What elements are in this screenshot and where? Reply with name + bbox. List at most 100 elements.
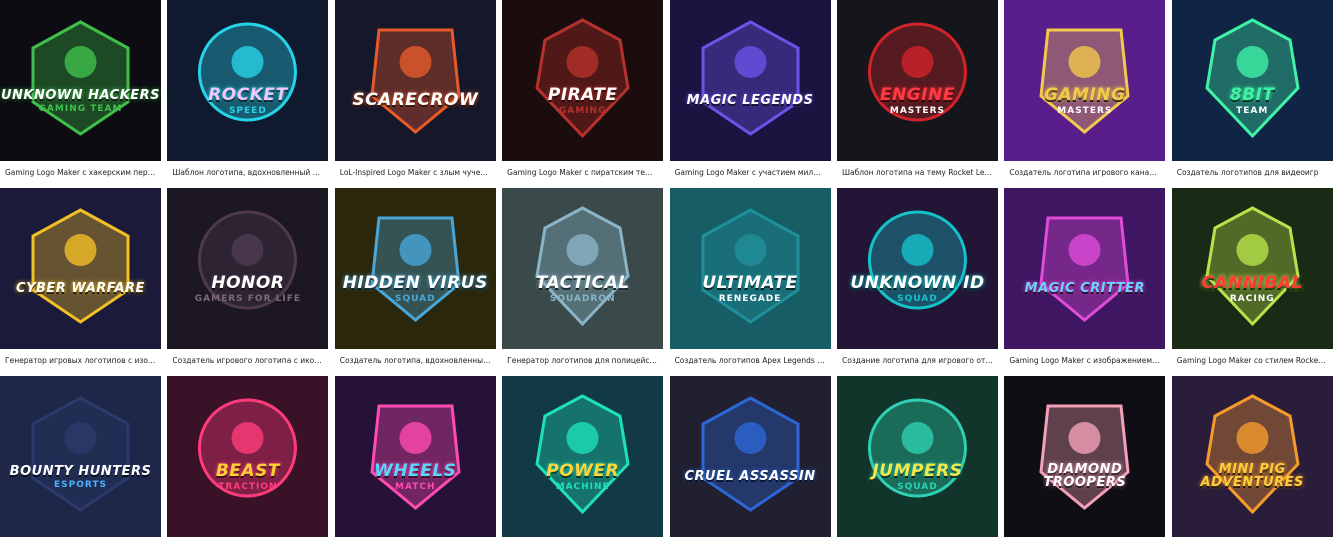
logo-template-card[interactable]: MINI PIG ADVENTURES xyxy=(1171,376,1333,546)
logo-thumbnail[interactable]: POWER MACHINE xyxy=(502,376,664,537)
logo-thumbnail[interactable]: CANNIBAL RACING xyxy=(1171,188,1333,349)
logo-tagline: ESPORTS xyxy=(53,480,107,490)
axolotl-icon xyxy=(701,20,800,136)
template-caption[interactable]: Создатель логотипов для видеоигр xyxy=(1172,161,1333,184)
logo-title: DIAMOND TROOPERS xyxy=(1004,463,1165,492)
logo-thumbnail[interactable]: MINI PIG ADVENTURES xyxy=(1171,376,1333,537)
logo-name: 8BIT xyxy=(1229,85,1275,105)
logo-template-card[interactable]: POWER MACHINE xyxy=(502,376,664,546)
logo-thumbnail[interactable]: MAGIC CRITTER xyxy=(1004,188,1166,349)
template-caption[interactable]: Создатель логотипов Apex Legends с же… xyxy=(670,349,831,372)
logo-thumbnail[interactable]: MAGIC LEGENDS xyxy=(669,0,831,161)
logo-template-card[interactable]: BEAST TRACTION xyxy=(167,376,329,546)
logo-tagline: GAMERS FOR LIFE xyxy=(194,294,302,304)
helmet-icon xyxy=(535,394,630,515)
logo-thumbnail[interactable]: PIRATE GAMING xyxy=(502,0,664,161)
pig-icon xyxy=(1205,394,1300,515)
logo-template-card[interactable]: JUMPERS SQUAD xyxy=(836,376,998,546)
logo-template-card[interactable]: HIDDEN VIRUS SQUAD Создатель логотипа, вдо… xyxy=(334,188,496,372)
logo-thumbnail[interactable]: ULTIMATE RENEGADE xyxy=(669,188,831,349)
hooded-figure-icon xyxy=(370,216,461,322)
logo-thumbnail[interactable]: HIDDEN VIRUS SQUAD xyxy=(334,188,496,349)
logo-name: MAGIC LEGENDS xyxy=(686,92,814,108)
logo-title: CYBER WARFARE xyxy=(16,282,145,298)
logo-title: WHEELS MATCH xyxy=(374,463,456,492)
logo-template-card[interactable]: CRUEL ASSASSIN xyxy=(669,376,831,546)
logo-title: TACTICAL SQUADRON xyxy=(536,275,630,304)
template-caption[interactable]: Создатель игрового логотипа с иконой … xyxy=(167,349,328,372)
ninja-icon xyxy=(701,396,800,512)
logo-template-card[interactable]: WHEELS MATCH xyxy=(334,376,496,546)
logo-template-card[interactable]: ROCKET SPEED Шаблон логотипа, вдохновленны… xyxy=(167,0,329,184)
template-caption[interactable]: Gaming Logo Maker с хакерским персон… xyxy=(0,161,161,184)
logo-template-card[interactable]: 8BIT TEAM Создатель логотипов для видеоигр xyxy=(1171,0,1333,184)
logo-name: HIDDEN VIRUS xyxy=(342,273,488,293)
logo-thumbnail[interactable]: JUMPERS SQUAD xyxy=(836,376,998,537)
template-caption[interactable]: Gaming Logo Maker с изображением му… xyxy=(1004,349,1165,372)
logo-name: ROCKET xyxy=(208,85,288,105)
logo-tagline: SQUAD xyxy=(897,294,938,304)
logo-name: SCARECROW xyxy=(352,89,479,110)
logo-template-card[interactable]: MAGIC LEGENDS Gaming Logo Maker с участие… xyxy=(669,0,831,184)
logo-thumbnail[interactable]: DIAMOND TROOPERS xyxy=(1004,376,1166,537)
logo-thumbnail[interactable]: ENGINE MASTERS xyxy=(836,0,998,161)
logo-template-card[interactable]: TACTICAL SQUADRON Генератор логотипов для … xyxy=(502,188,664,372)
car-icon xyxy=(867,398,967,498)
logo-thumbnail[interactable]: HONOR GAMERS FOR LIFE xyxy=(167,188,329,349)
logo-name: GAMING xyxy=(1044,85,1126,105)
logo-template-card[interactable]: DIAMOND TROOPERS xyxy=(1004,376,1166,546)
logo-template-card[interactable]: BOUNTY HUNTERS ESPORTS xyxy=(0,376,161,546)
logo-thumbnail[interactable]: BEAST TRACTION xyxy=(167,376,329,537)
template-caption[interactable]: Создание логотипа для игрового отряда… xyxy=(837,349,998,372)
logo-template-card[interactable]: CYBER WARFARE Генератор игровых логотипов… xyxy=(0,188,161,372)
logo-thumbnail[interactable]: BOUNTY HUNTERS ESPORTS xyxy=(0,376,161,537)
logo-template-card[interactable]: UNKNOWN ID SQUAD Создание логотипа для игр… xyxy=(836,188,998,372)
logo-thumbnail[interactable]: 8BIT TEAM xyxy=(1171,0,1333,161)
template-caption[interactable]: Генератор логотипов для полицейской … xyxy=(502,349,663,372)
logo-name: BEAST xyxy=(215,461,280,481)
scarecrow-icon xyxy=(370,28,461,134)
logo-thumbnail[interactable]: CRUEL ASSASSIN xyxy=(669,376,831,537)
logo-thumbnail[interactable]: WHEELS MATCH xyxy=(334,376,496,537)
logo-thumbnail[interactable]: ROCKET SPEED xyxy=(167,0,329,161)
logo-thumbnail[interactable]: UNKNOWN HACKERS GAMING TEAM xyxy=(0,0,161,161)
logo-name: TACTICAL xyxy=(535,273,630,293)
logo-thumbnail[interactable]: GAMING MASTERS xyxy=(1004,0,1166,161)
logo-title: POWER MACHINE xyxy=(546,463,619,492)
logo-tagline: SQUADRON xyxy=(549,294,616,304)
template-caption[interactable]: Шаблон логотипа, вдохновленный Rock… xyxy=(167,161,328,184)
logo-title: SCARECROW xyxy=(352,89,479,112)
logo-template-card[interactable]: PIRATE GAMING Gaming Logo Maker с пиратски… xyxy=(502,0,664,184)
template-caption[interactable]: LoL-Inspired Logo Maker с злым чучелом xyxy=(335,161,496,184)
logo-name: DIAMOND TROOPERS xyxy=(1043,462,1127,490)
logo-title: JUMPERS SQUAD xyxy=(872,463,962,492)
template-caption[interactable]: Создатель логотипа, вдохновленный ха… xyxy=(335,349,496,372)
logo-tagline: SPEED xyxy=(228,106,267,116)
logo-tagline: MASTERS xyxy=(1057,106,1113,116)
template-caption[interactable]: Gaming Logo Maker с участием милых … xyxy=(670,161,831,184)
logo-title: HIDDEN VIRUS SQUAD xyxy=(343,275,488,304)
template-caption[interactable]: Gaming Logo Maker с пиратским темами xyxy=(502,161,663,184)
logo-thumbnail[interactable]: TACTICAL SQUADRON xyxy=(502,188,664,349)
logo-template-card[interactable]: UNKNOWN HACKERS GAMING TEAM Gaming Logo Ma… xyxy=(0,0,161,184)
logo-tagline: MACHINE xyxy=(555,482,610,492)
logo-template-card[interactable]: GAMING MASTERS Создатель логотипа игрового… xyxy=(1004,0,1166,184)
logo-template-card[interactable]: HONOR GAMERS FOR LIFE Создатель игрового л… xyxy=(167,188,329,372)
logo-thumbnail[interactable]: UNKNOWN ID SQUAD xyxy=(836,188,998,349)
template-caption[interactable]: Шаблон логотипа на тему Rocket Leagu… xyxy=(837,161,998,184)
logo-thumbnail[interactable]: CYBER WARFARE xyxy=(0,188,161,349)
logo-template-card[interactable]: CANNIBAL RACING Gaming Logo Maker со стиле… xyxy=(1171,188,1333,372)
wrestler-icon xyxy=(1039,28,1130,134)
template-caption[interactable]: Gaming Logo Maker со стилем Rocket Le… xyxy=(1172,349,1333,372)
car-icon xyxy=(370,404,461,510)
logo-template-card[interactable]: SCARECROW LoL-Inspired Logo Maker с злым … xyxy=(334,0,496,184)
logo-template-card[interactable]: ENGINE MASTERS Шаблон логотипа на тему Roc… xyxy=(836,0,998,184)
template-caption[interactable]: Генератор игровых логотипов с изобра… xyxy=(0,349,161,372)
template-caption[interactable]: Создатель логотипа игрового канала с … xyxy=(1004,161,1165,184)
logo-tagline: TRACTION xyxy=(218,482,278,492)
robot-icon xyxy=(867,22,967,122)
logo-thumbnail[interactable]: SCARECROW xyxy=(334,0,496,161)
logo-template-card[interactable]: MAGIC CRITTER Gaming Logo Maker с изображ… xyxy=(1004,188,1166,372)
logo-template-card[interactable]: ULTIMATE RENEGADE Создатель логотипов Apex… xyxy=(669,188,831,372)
gamepad-icon xyxy=(1205,18,1300,139)
